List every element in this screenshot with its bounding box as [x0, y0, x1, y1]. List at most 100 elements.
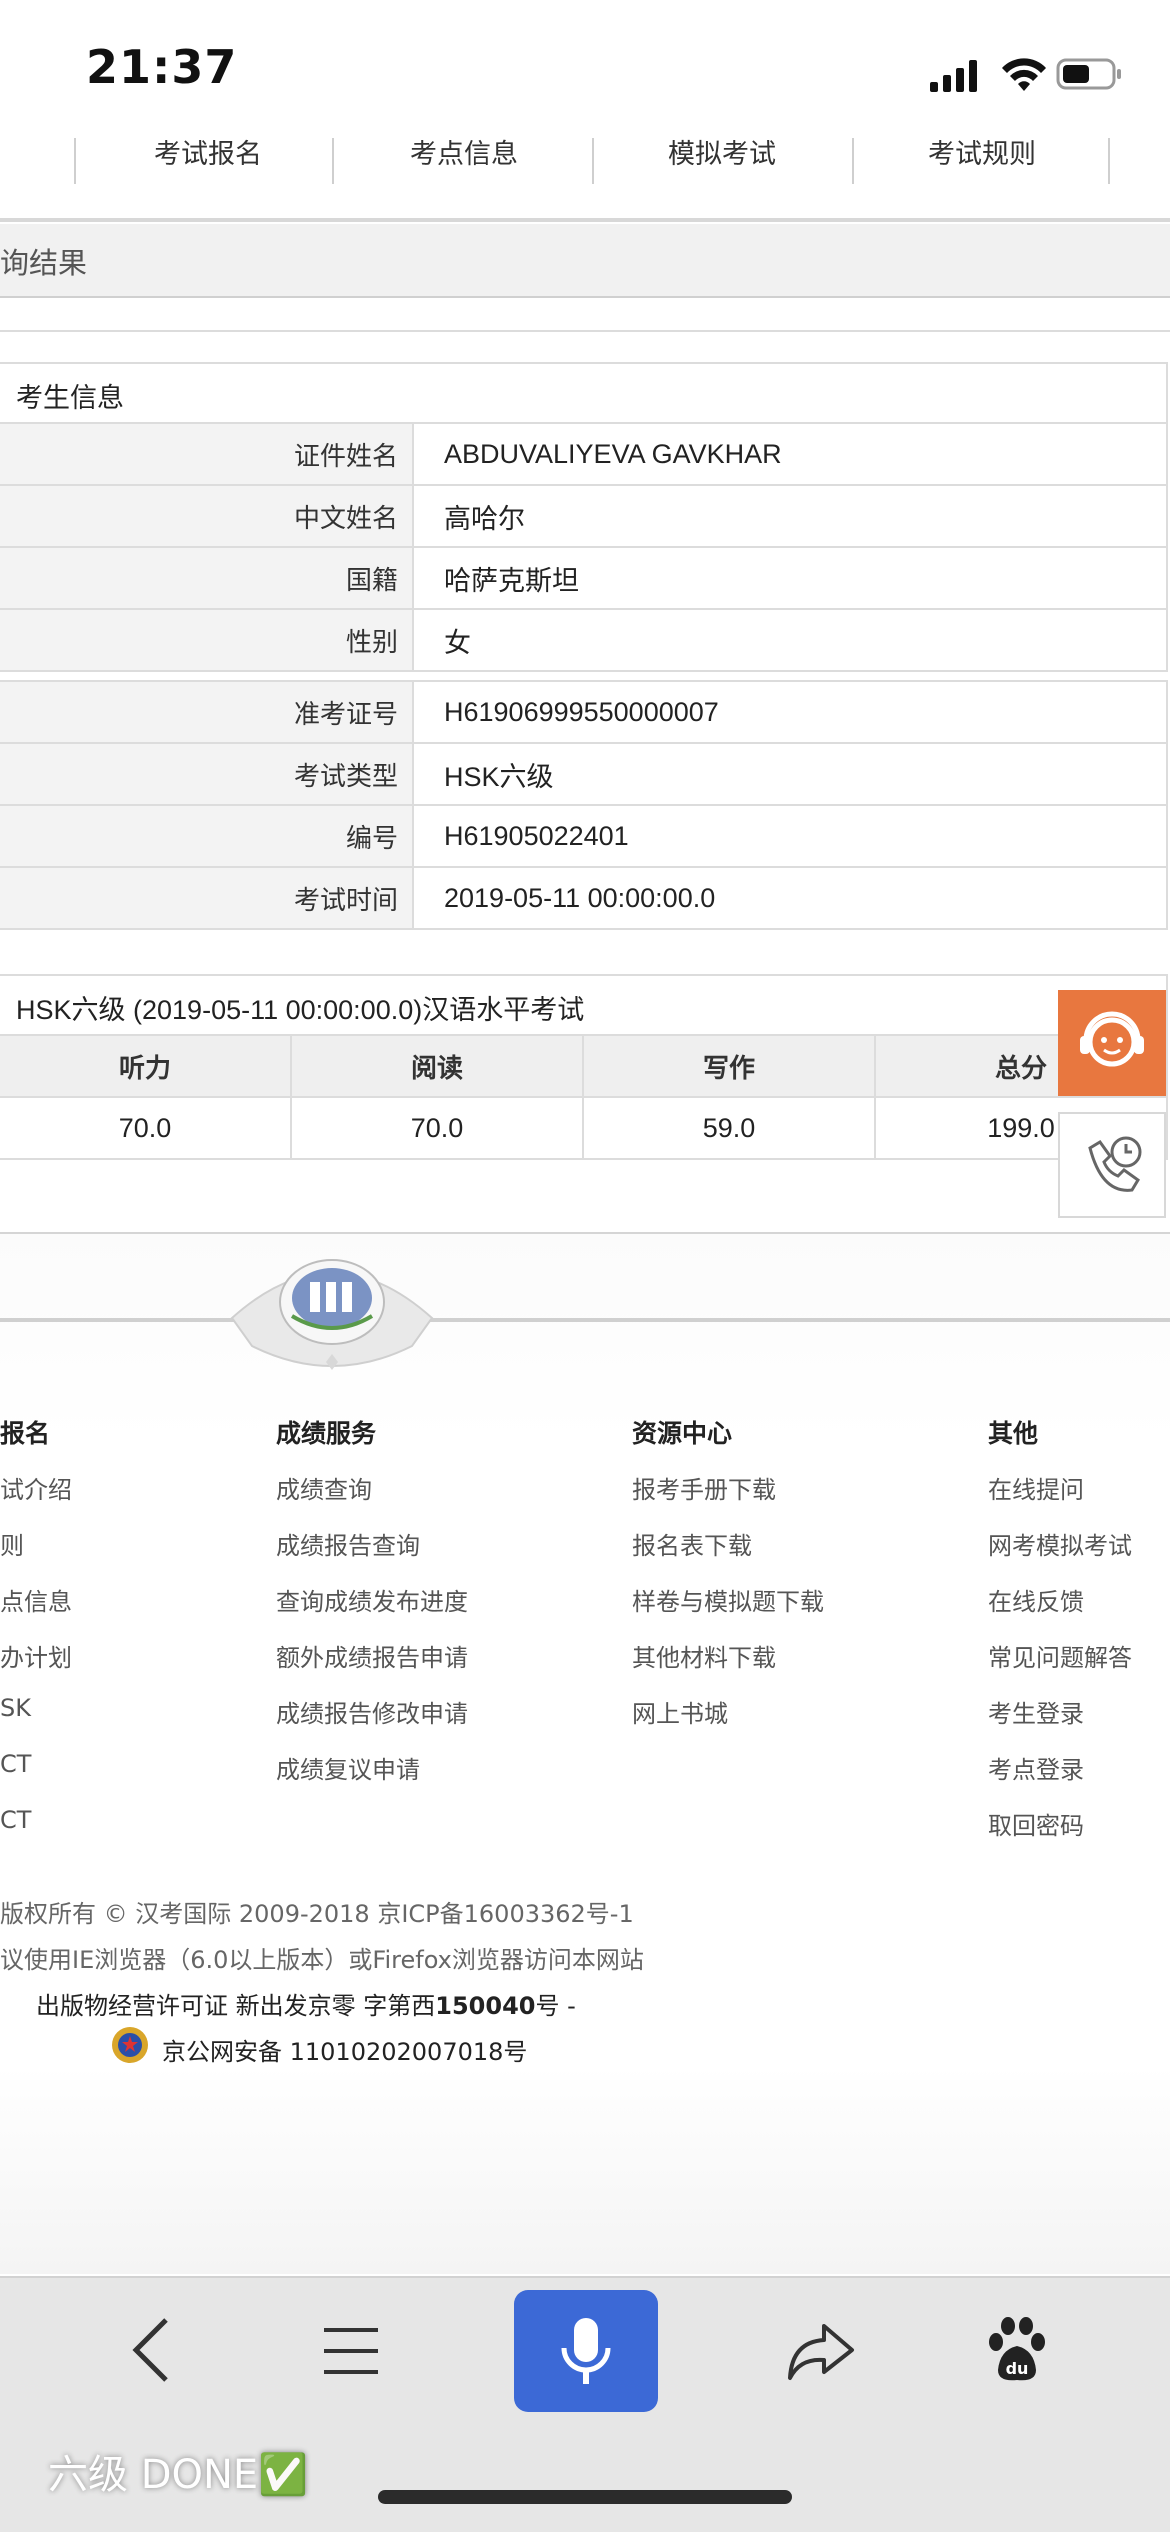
score-column-reading: 阅读 — [290, 1034, 584, 1098]
footer-link[interactable]: 成绩复议申请 — [276, 1750, 468, 1806]
footer-link[interactable]: 报考手册下载 — [632, 1470, 824, 1526]
microphone-icon — [561, 2318, 611, 2384]
row-label: 考试类型 — [0, 742, 414, 806]
wifi-icon — [1002, 58, 1046, 91]
footer-link[interactable]: 其他材料下载 — [632, 1638, 824, 1694]
row-value: H61906999550000007 — [412, 680, 1168, 744]
score-header: HSK六级 (2019-05-11 00:00:00.0)汉语水平考试 — [0, 974, 1168, 1036]
share-button[interactable] — [780, 2312, 860, 2388]
top-nav: 考试报名 考点信息 模拟考试 考试规则 — [0, 118, 1170, 204]
score-column-listening: 听力 — [0, 1034, 292, 1098]
row-value: 2019-05-11 00:00:00.0 — [412, 866, 1168, 930]
license-prefix: 出版物经营许可证 新出发京零 字第西 — [36, 1992, 436, 2020]
police-record-text[interactable]: 京公网安备 11010202007018号 — [162, 2032, 527, 2067]
score-listening: 70.0 — [0, 1096, 292, 1160]
row-value: ABDUVALIYEVA GAVKHAR — [412, 422, 1168, 486]
copyright-text: 版权所有 © 汉考国际 2009-2018 京ICP备16003362号-1 — [0, 1900, 634, 1928]
home-indicator[interactable] — [378, 2490, 792, 2504]
score-table: 听力 阅读 写作 总分 70.0 70.0 59.0 199.0 — [0, 1034, 1168, 1160]
footer-link[interactable]: 考点登录 — [988, 1750, 1132, 1806]
row-value: H61905022401 — [412, 804, 1168, 868]
footer-column-title: 成绩服务 — [276, 1419, 377, 1448]
footer-link[interactable]: 成绩查询 — [276, 1470, 468, 1526]
footer-link[interactable]: 试介绍 — [0, 1470, 72, 1526]
table-row: 准考证号 H61906999550000007 — [0, 680, 1168, 744]
baidu-paw-icon: du — [989, 2317, 1045, 2381]
row-label: 国籍 — [0, 546, 414, 610]
footer-link[interactable]: 网上书城 — [632, 1694, 824, 1750]
footer-column-resources: 资源中心 报考手册下载 报名表下载 样卷与模拟题下载 其他材料下载 网上书城 — [632, 1414, 824, 1750]
footer-column-other: 其他 在线提问 网考模拟考试 在线反馈 常见问题解答 考生登录 考点登录 取回密… — [988, 1414, 1132, 1862]
overlay-caption: 六级 DONE✅ — [48, 2452, 308, 2498]
exam-info-table: 准考证号 H61906999550000007 考试类型 HSK六级 编号 H6… — [0, 680, 1168, 930]
score-column-writing: 写作 — [582, 1034, 876, 1098]
baidu-button[interactable]: du — [976, 2312, 1056, 2388]
footer-link[interactable]: 在线提问 — [988, 1470, 1132, 1526]
row-label: 中文姓名 — [0, 484, 414, 548]
footer-link[interactable]: 网考模拟考试 — [988, 1526, 1132, 1582]
browser-note: 议使用IE浏览器（6.0以上版本）或Firefox浏览器访问本网站 — [0, 1946, 644, 1974]
hanban-logo — [222, 1246, 442, 1386]
table-row: 考试时间 2019-05-11 00:00:00.0 — [0, 866, 1168, 930]
license-number: 150040 — [435, 1992, 536, 2020]
tab-exam-registration[interactable]: 考试报名 — [88, 132, 328, 171]
row-label: 编号 — [0, 804, 414, 868]
divider — [0, 330, 1170, 332]
footer-link[interactable]: 则 — [0, 1526, 72, 1582]
headset-icon — [1080, 1011, 1144, 1067]
svg-text:du: du — [1006, 2359, 1029, 2378]
battery-icon — [1056, 58, 1121, 90]
footer-link[interactable]: 成绩报告查询 — [276, 1526, 468, 1582]
footer-link[interactable]: 考生登录 — [988, 1694, 1132, 1750]
menu-button[interactable] — [318, 2320, 384, 2382]
license-suffix: 号 - — [535, 1992, 576, 2020]
table-row: 证件姓名 ABDUVALIYEVA GAVKHAR — [0, 422, 1168, 486]
row-value: 女 — [412, 608, 1168, 672]
table-row: 编号 H61905022401 — [0, 804, 1168, 868]
cellular-signal-icon — [930, 60, 977, 92]
footer-link[interactable]: 办计划 — [0, 1638, 72, 1694]
footer-link[interactable]: 成绩报告修改申请 — [276, 1694, 468, 1750]
page-title: 询结果 — [0, 224, 1170, 298]
tab-exam-rules[interactable]: 考试规则 — [862, 132, 1102, 171]
phone-clock-icon — [1088, 1136, 1142, 1192]
footer-link[interactable]: 常见问题解答 — [988, 1638, 1132, 1694]
status-time: 21:37 — [86, 40, 238, 94]
table-row: 中文姓名 高哈尔 — [0, 484, 1168, 548]
row-value: 高哈尔 — [412, 484, 1168, 548]
back-button[interactable] — [122, 2312, 182, 2388]
footer-link[interactable]: 点信息 — [0, 1582, 72, 1638]
footer-column-title: 资源中心 — [632, 1419, 733, 1448]
table-row: 国籍 哈萨克斯坦 — [0, 546, 1168, 610]
footer-link[interactable]: 额外成绩报告申请 — [276, 1638, 468, 1694]
row-label: 考试时间 — [0, 866, 414, 930]
tab-test-center-info[interactable]: 考点信息 — [344, 132, 584, 171]
footer-link[interactable]: 样卷与模拟题下载 — [632, 1582, 824, 1638]
row-value: 哈萨克斯坦 — [412, 546, 1168, 610]
table-row: 70.0 70.0 59.0 199.0 — [0, 1096, 1168, 1160]
tab-mock-exam[interactable]: 模拟考试 — [602, 132, 842, 171]
customer-service-button[interactable] — [1058, 990, 1166, 1096]
footer-link[interactable]: 在线反馈 — [988, 1582, 1132, 1638]
status-icons — [890, 52, 1130, 96]
footer-link[interactable]: CT — [0, 1750, 72, 1806]
score-reading: 70.0 — [290, 1096, 584, 1160]
table-row: 考试类型 HSK六级 — [0, 742, 1168, 806]
footer-band — [0, 1318, 1170, 1322]
table-row: 听力 阅读 写作 总分 — [0, 1034, 1168, 1098]
footer-link[interactable]: 取回密码 — [988, 1806, 1132, 1862]
footer-link[interactable]: 查询成绩发布进度 — [276, 1582, 468, 1638]
footer-column-registration: 报名 试介绍 则 点信息 办计划 SK CT CT — [0, 1414, 72, 1862]
footer-link[interactable]: 报名表下载 — [632, 1526, 824, 1582]
row-label: 证件姓名 — [0, 422, 414, 486]
menu-icon — [324, 2328, 378, 2374]
candidate-info-header: 考生信息 — [0, 362, 1168, 424]
score-writing: 59.0 — [582, 1096, 876, 1160]
callback-button[interactable] — [1058, 1112, 1166, 1218]
footer-link[interactable]: CT — [0, 1806, 72, 1862]
voice-search-button[interactable] — [514, 2290, 658, 2412]
share-icon — [788, 2324, 854, 2380]
footer-column-score-services: 成绩服务 成绩查询 成绩报告查询 查询成绩发布进度 额外成绩报告申请 成绩报告修… — [276, 1414, 468, 1806]
row-label: 性别 — [0, 608, 414, 672]
footer-link[interactable]: SK — [0, 1694, 72, 1750]
